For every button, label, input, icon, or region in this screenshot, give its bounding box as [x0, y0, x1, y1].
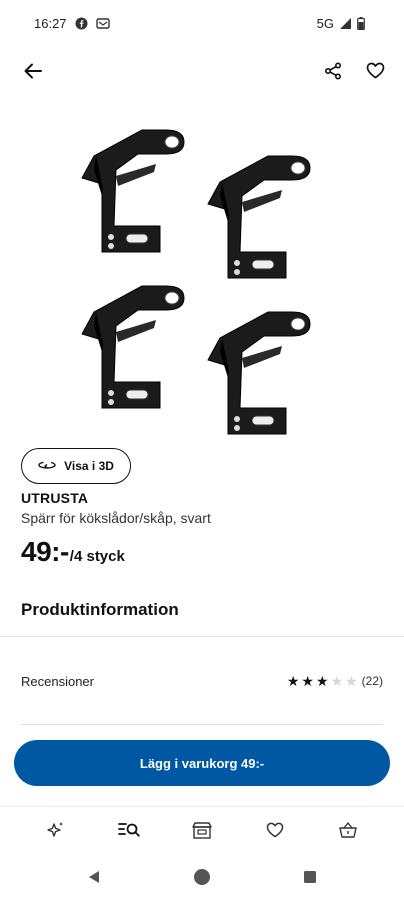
- review-count: (22): [361, 674, 383, 688]
- sparkle-icon: [46, 820, 66, 845]
- nav-cart[interactable]: [332, 816, 364, 848]
- top-bar: [0, 52, 404, 94]
- star-empty-icon: ★: [330, 673, 344, 689]
- back-button[interactable]: [18, 58, 48, 88]
- reviews-rating: ★ ★ ★ ★ ★ (22): [287, 674, 383, 688]
- price-unit: /4 styck: [69, 548, 125, 565]
- basket-icon: [338, 821, 358, 844]
- bottom-nav: [0, 812, 404, 852]
- price: 49:- /4 styck: [21, 536, 125, 568]
- nav-search[interactable]: [113, 816, 145, 848]
- view-3d-button[interactable]: Visa i 3D: [21, 448, 131, 484]
- recents-square-icon: [303, 870, 317, 889]
- battery-icon: [357, 16, 370, 30]
- bottom-divider: [0, 806, 404, 807]
- notification-icon: [95, 17, 110, 30]
- product-name: UTRUSTA: [21, 490, 89, 506]
- star-icon: ★: [301, 673, 314, 689]
- star-icon: ★: [286, 673, 300, 689]
- nav-inspiration[interactable]: [40, 816, 72, 848]
- status-left: 16:27: [34, 15, 110, 31]
- home-circle-icon: [193, 868, 211, 891]
- star-empty-icon: ★: [345, 673, 358, 689]
- status-right: 5G: [317, 16, 370, 31]
- divider: [21, 724, 383, 725]
- search-list-icon: [118, 821, 140, 844]
- product-description: Spärr för kökslådor/skåp, svart: [21, 510, 211, 526]
- product-image: [70, 112, 334, 442]
- store-icon: [192, 821, 212, 844]
- share-icon: [324, 61, 342, 85]
- favorite-button[interactable]: [360, 58, 390, 88]
- cabinet-bracket-image: [81, 129, 311, 435]
- heart-icon: [366, 62, 385, 84]
- back-arrow-icon: [24, 63, 42, 84]
- divider: [0, 636, 404, 637]
- signal-icon: [339, 17, 352, 30]
- rotate-3d-icon: [38, 459, 56, 474]
- reviews-row[interactable]: Recensioner ★ ★ ★ ★ ★ (22): [21, 664, 383, 698]
- system-back-button[interactable]: [82, 867, 106, 891]
- view-3d-label: Visa i 3D: [64, 459, 114, 473]
- back-triangle-icon: [87, 869, 101, 890]
- system-nav: [0, 858, 404, 900]
- product-info-title[interactable]: Produktinformation: [21, 600, 179, 620]
- reviews-label: Recensioner: [21, 673, 94, 689]
- add-to-cart-button[interactable]: Lägg i varukorg 49:-: [14, 740, 390, 786]
- system-recents-button[interactable]: [298, 867, 322, 891]
- nav-store[interactable]: [186, 816, 218, 848]
- system-home-button[interactable]: [190, 867, 214, 891]
- network-type: 5G: [316, 15, 334, 31]
- heart-icon: [266, 822, 284, 843]
- price-value: 49:-: [21, 536, 69, 567]
- star-icon: ★: [315, 673, 329, 689]
- facebook-icon: [75, 17, 88, 30]
- status-bar: 16:27 5G: [0, 0, 404, 46]
- status-time: 16:27: [34, 15, 67, 31]
- nav-favorites[interactable]: [259, 816, 291, 848]
- share-button[interactable]: [318, 58, 348, 88]
